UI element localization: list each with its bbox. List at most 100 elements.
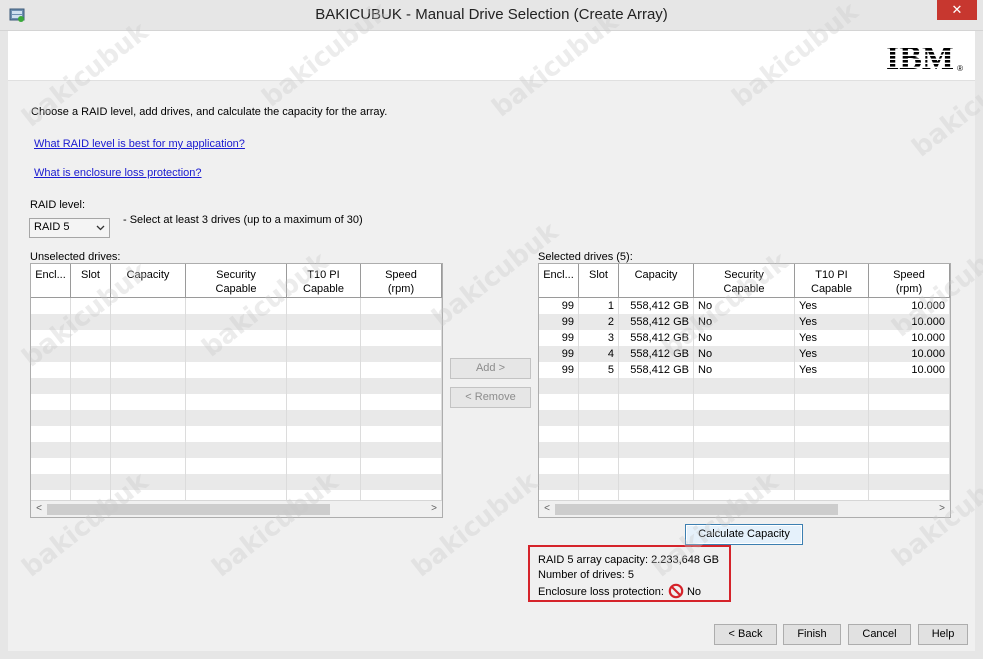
table-cell: 4 <box>579 346 619 362</box>
column-header[interactable]: Slot <box>579 264 619 297</box>
column-divider <box>868 298 869 500</box>
array-capacity-text: RAID 5 array capacity: 2.233,648 GB <box>538 554 719 566</box>
table-header: Encl... Slot Capacity Security Capable T10 PI… <box>539 264 950 298</box>
column-header[interactable]: Encl... <box>539 264 579 297</box>
add-button[interactable]: Add > <box>450 358 531 379</box>
empty-row <box>539 378 950 394</box>
table-cell: 558,412 GB <box>619 314 694 330</box>
table-cell: 558,412 GB <box>619 298 694 314</box>
remove-button[interactable]: < Remove <box>450 387 531 408</box>
table-cell: No <box>694 346 795 362</box>
svg-text:®: ® <box>957 64 963 73</box>
selected-drives-label: Selected drives (5): <box>538 251 633 263</box>
empty-row <box>31 298 442 314</box>
enclosure-help-link[interactable]: What is enclosure loss protection? <box>34 167 202 179</box>
column-divider <box>110 298 111 500</box>
selected-drives-table[interactable]: Encl... Slot Capacity Security Capable T10 PI… <box>538 263 951 518</box>
table-cell: 10.000 <box>869 314 950 330</box>
table-cell: 5 <box>579 362 619 378</box>
back-button[interactable]: < Back <box>714 624 777 645</box>
empty-row <box>31 442 442 458</box>
column-header[interactable]: Security Capable <box>186 264 287 297</box>
table-cell: No <box>694 362 795 378</box>
title-bar: BAKICUBUK - Manual Drive Selection (Crea… <box>0 0 983 31</box>
table-cell: 10.000 <box>869 330 950 346</box>
table-cell: No <box>694 330 795 346</box>
enclosure-protection-label: Enclosure loss protection: <box>538 586 664 598</box>
table-row[interactable]: 99 2 558,412 GB No Yes 10.000 <box>539 314 950 330</box>
table-cell: 558,412 GB <box>619 346 694 362</box>
scroll-left-icon[interactable]: < <box>33 503 45 515</box>
prohibited-icon <box>668 583 684 599</box>
calculate-capacity-button[interactable]: Calculate Capacity <box>685 524 803 545</box>
empty-row <box>539 426 950 442</box>
empty-row <box>31 378 442 394</box>
column-header[interactable]: Security Capable <box>694 264 795 297</box>
column-header[interactable]: Speed (rpm) <box>869 264 950 297</box>
raid-help-link[interactable]: What RAID level is best for my applicati… <box>34 138 245 150</box>
empty-row <box>31 426 442 442</box>
scroll-left-icon[interactable]: < <box>541 503 553 515</box>
scrollbar-thumb[interactable] <box>47 504 330 515</box>
empty-row <box>31 330 442 346</box>
column-header[interactable]: Encl... <box>31 264 71 297</box>
table-cell: No <box>694 298 795 314</box>
unselected-drives-label: Unselected drives: <box>30 251 121 263</box>
table-cell: 99 <box>539 330 579 346</box>
table-cell: 99 <box>539 346 579 362</box>
cancel-button[interactable]: Cancel <box>848 624 911 645</box>
table-cell: 3 <box>579 330 619 346</box>
table-cell: Yes <box>795 298 869 314</box>
empty-row <box>31 474 442 490</box>
unselected-drives-table[interactable]: Encl... Slot Capacity Security Capable T10 PI… <box>30 263 443 518</box>
help-button[interactable]: Help <box>918 624 968 645</box>
table-row[interactable]: 99 3 558,412 GB No Yes 10.000 <box>539 330 950 346</box>
column-divider <box>949 298 950 500</box>
column-divider <box>693 298 694 500</box>
column-header[interactable]: Speed (rpm) <box>361 264 442 297</box>
column-header[interactable]: T10 PI Capable <box>287 264 361 297</box>
column-divider <box>578 298 579 500</box>
table-row[interactable]: 99 5 558,412 GB No Yes 10.000 <box>539 362 950 378</box>
column-header[interactable]: T10 PI Capable <box>795 264 869 297</box>
finish-button[interactable]: Finish <box>783 624 841 645</box>
table-cell: 99 <box>539 362 579 378</box>
scrollbar-thumb[interactable] <box>555 504 838 515</box>
enclosure-protection-value: No <box>686 586 702 598</box>
capacity-result-panel: RAID 5 array capacity: 2.233,648 GB Numb… <box>528 545 731 602</box>
table-cell: Yes <box>795 330 869 346</box>
empty-row <box>539 410 950 426</box>
close-button[interactable]: ✕ <box>937 0 977 20</box>
table-cell: 558,412 GB <box>619 330 694 346</box>
empty-row <box>31 410 442 426</box>
ibm-logo: IBM ® <box>886 40 963 74</box>
column-divider <box>441 298 442 500</box>
table-cell: 10.000 <box>869 362 950 378</box>
column-header[interactable]: Slot <box>71 264 111 297</box>
table-row[interactable]: 99 1 558,412 GB No Yes 10.000 <box>539 298 950 314</box>
column-header[interactable]: Capacity <box>111 264 186 297</box>
table-cell: No <box>694 314 795 330</box>
column-divider <box>185 298 186 500</box>
column-divider <box>286 298 287 500</box>
column-divider <box>618 298 619 500</box>
empty-row <box>31 314 442 330</box>
raid-level-select[interactable]: RAID 5 <box>29 218 110 238</box>
intro-text: Choose a RAID level, add drives, and cal… <box>31 106 388 118</box>
table-cell: 10.000 <box>869 346 950 362</box>
column-header[interactable]: Capacity <box>619 264 694 297</box>
table-cell: Yes <box>795 314 869 330</box>
scroll-right-icon[interactable]: > <box>428 503 440 515</box>
drive-count-text: Number of drives: 5 <box>538 569 634 581</box>
header-banner: IBM ® <box>8 31 975 81</box>
enclosure-protection-row: Enclosure loss protection: No <box>538 583 729 600</box>
table-cell: Yes <box>795 346 869 362</box>
table-row[interactable]: 99 4 558,412 GB No Yes 10.000 <box>539 346 950 362</box>
horizontal-scrollbar[interactable]: < > <box>31 500 442 517</box>
horizontal-scrollbar[interactable]: < > <box>539 500 950 517</box>
table-cell: Yes <box>795 362 869 378</box>
empty-row <box>539 442 950 458</box>
scroll-right-icon[interactable]: > <box>936 503 948 515</box>
column-divider <box>794 298 795 500</box>
table-cell: 99 <box>539 298 579 314</box>
